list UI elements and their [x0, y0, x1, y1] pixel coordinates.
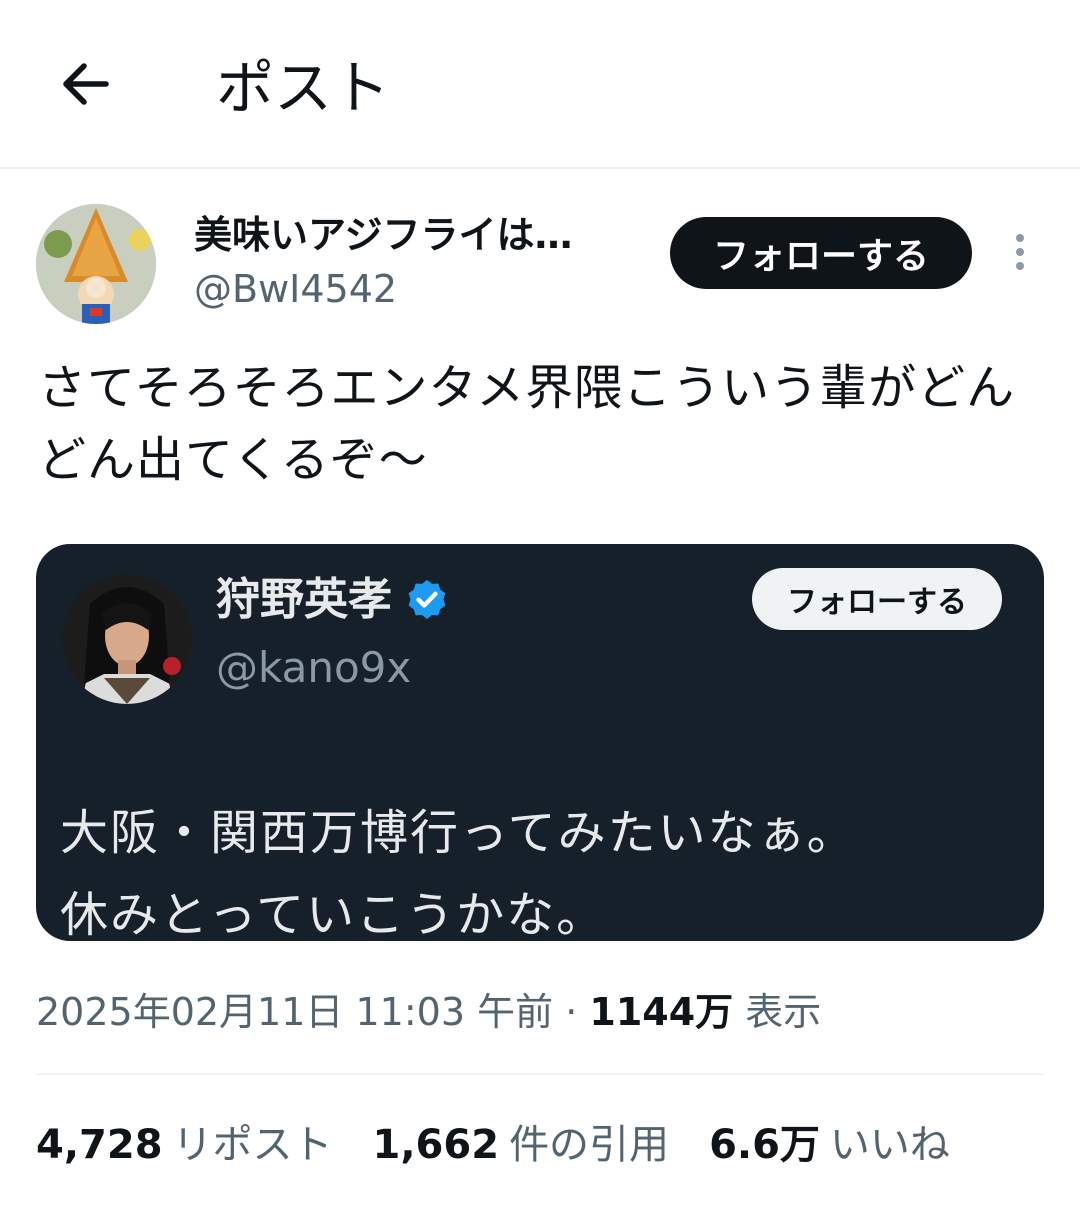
meta-separator: · — [565, 990, 578, 1034]
views-label: 表示 — [745, 990, 822, 1034]
quoted-author-avatar[interactable] — [62, 574, 192, 704]
page-title: ポスト — [216, 54, 391, 122]
likes-stat[interactable]: 6.6万 いいね — [709, 1116, 950, 1174]
author-handle[interactable]: @BwI4542 — [194, 264, 397, 314]
quoted-post-text: 大阪・関西万博行ってみたいなぁ。 休みとっていこうかな。 — [60, 792, 1020, 941]
engagement-stats: 4,728 リポスト 1,662 件の引用 6.6万 いいね — [36, 1116, 950, 1174]
post-text: さてそろそろエンタメ界隈こういう輩がどんどん出てくるぞ〜 — [38, 360, 1016, 488]
divider — [36, 1073, 1044, 1075]
quotes-stat[interactable]: 1,662 件の引用 — [373, 1116, 670, 1174]
author-name[interactable]: 美味いアジフライは… — [194, 208, 572, 262]
reposts-stat[interactable]: 4,728 リポスト — [36, 1116, 333, 1174]
reposts-count: 4,728 — [36, 1122, 163, 1168]
likes-count: 6.6万 — [709, 1122, 820, 1168]
quoted-author-name[interactable]: 狩野英孝 — [216, 570, 450, 630]
arrow-left-icon — [63, 63, 109, 105]
quoted-post-card[interactable]: 狩野英孝 @kano9x フォローする 大阪・関西万博行ってみたいなぁ。 休みと… — [36, 544, 1044, 941]
reposts-label: リポスト — [172, 1122, 333, 1168]
post-meta: 2025年02月11日 11:03 午前 · 1144万 表示 — [36, 984, 821, 1040]
avatar-image — [36, 204, 156, 324]
quoted-author-handle[interactable]: @kano9x — [216, 640, 411, 696]
top-bar: ポスト — [0, 0, 1080, 169]
post-timestamp[interactable]: 2025年02月11日 11:03 午前 — [36, 990, 553, 1034]
quoted-author-name-text: 狩野英孝 — [216, 574, 392, 625]
quoted-text-line-2: 休みとっていこうかな。 — [60, 887, 607, 941]
verified-badge-icon — [408, 579, 446, 619]
follow-button[interactable]: フォローする — [670, 217, 972, 289]
author-avatar[interactable] — [36, 204, 156, 324]
back-button[interactable] — [52, 52, 116, 116]
more-options-button[interactable] — [1000, 228, 1040, 276]
views-count: 1144万 — [589, 990, 734, 1034]
avatar-image — [62, 574, 192, 704]
quotes-count: 1,662 — [372, 1122, 500, 1168]
quoted-follow-button[interactable]: フォローする — [752, 568, 1002, 630]
quoted-text-line-1: 大阪・関西万博行ってみたいなぁ。 — [60, 805, 857, 861]
likes-label: いいね — [829, 1122, 950, 1168]
quotes-label: 件の引用 — [509, 1122, 670, 1168]
